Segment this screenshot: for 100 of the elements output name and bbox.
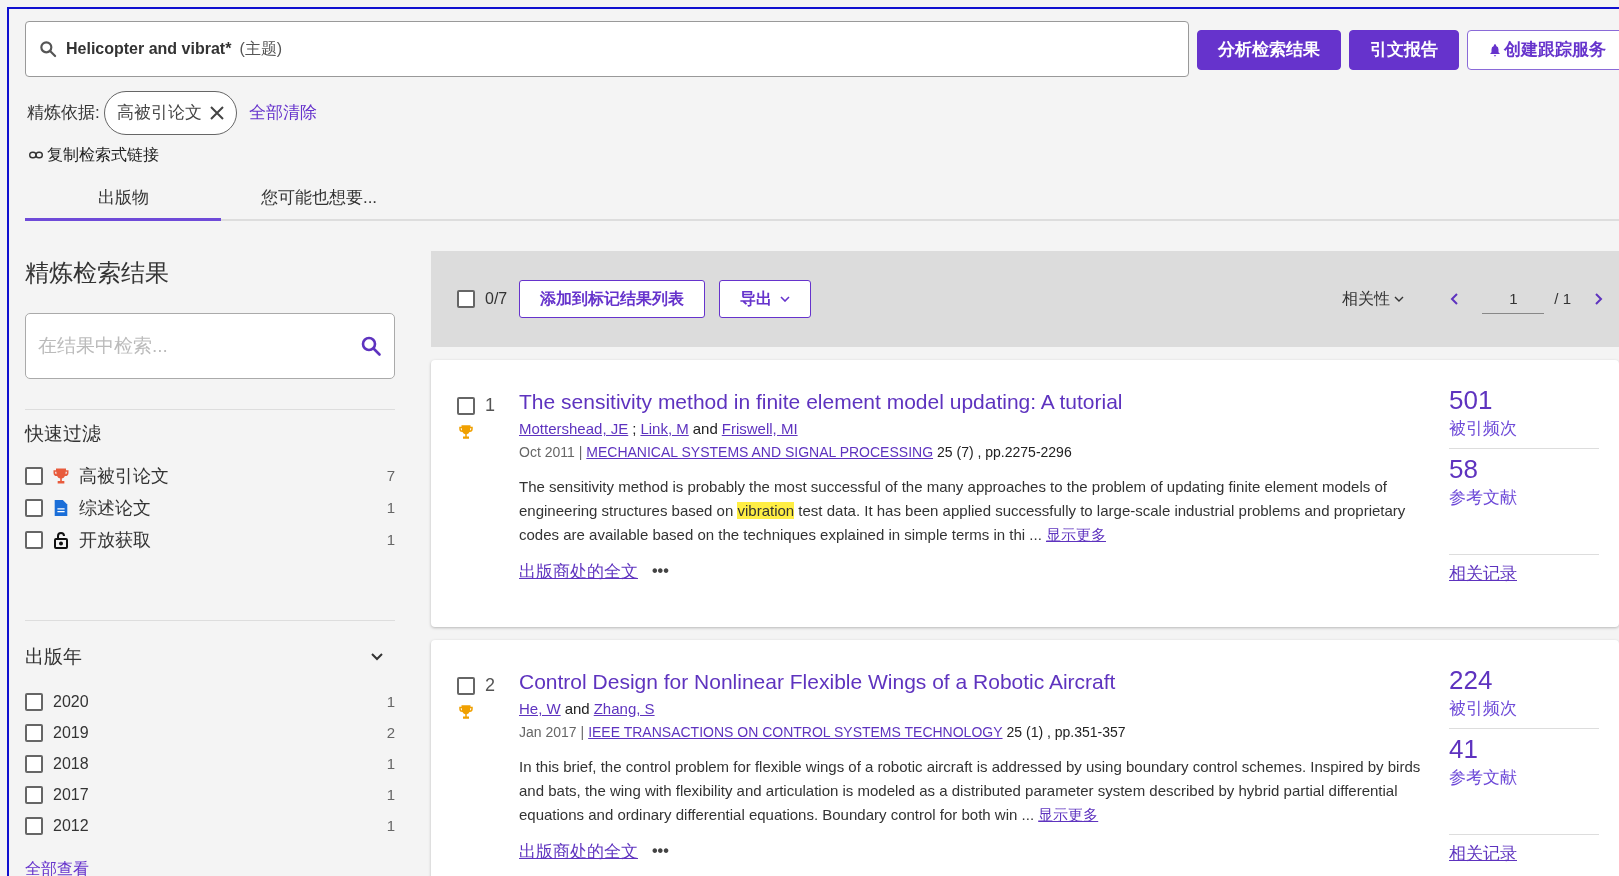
show-more-link[interactable]: 显示更多 xyxy=(1038,805,1099,823)
checkbox[interactable] xyxy=(25,693,43,711)
header-button[interactable]: 引文报告 xyxy=(1349,30,1459,70)
search-icon xyxy=(38,39,58,59)
clear-all-link[interactable]: 全部清除 xyxy=(248,100,317,126)
abstract-text: The sensitivity method is probably the most successful of the many approaches to the problem of updating finite element models of engineering structures based on vibration test data. It has been applied successfully to large-scale industrial problems and proprietary codes are available based on the techniques explained in simple terms in thi ... 显示更多 xyxy=(519,476,1407,545)
refine-label: 精炼依据: xyxy=(27,102,100,125)
previous-page-icon[interactable] xyxy=(1450,293,1459,305)
caret-icon xyxy=(1394,296,1405,302)
header-button[interactable]: 分析检索结果 xyxy=(1197,30,1341,70)
abstract-text: In this brief, the control problem for flexible wings of a robotic aircraft is addressed by using boundary control schemes. Inspired by birds and bats, the wing with flexibility and articulation is modeled as a distributed parameter system described by hybrid partial differential equations and ordinary differential equations. Boundary control for both win ... 显示更多 xyxy=(519,756,1422,825)
author-link[interactable]: Link, M xyxy=(640,418,689,441)
create-alert-button[interactable]: 创建跟踪服务 xyxy=(1467,30,1619,70)
copy-link[interactable]: 复制检索式链接 xyxy=(29,143,1619,167)
filter-count: 1 xyxy=(386,497,395,518)
result-title-link[interactable]: The sensitivity method in finite element model updating: A tutorial xyxy=(519,388,1429,416)
checkbox[interactable] xyxy=(457,290,475,308)
trophy-icon xyxy=(51,466,71,486)
separator-text: ; xyxy=(632,419,637,439)
filter-count: 1 xyxy=(386,529,395,550)
checkbox[interactable] xyxy=(25,531,43,549)
chevron-icon[interactable] xyxy=(371,652,383,661)
search-icon[interactable] xyxy=(359,334,383,358)
full-text-link[interactable]: 出版商处的全文 xyxy=(519,838,638,864)
filter-label[interactable]: 开放获取 xyxy=(79,526,379,554)
sidebar-title: 精炼检索结果 xyxy=(25,258,170,288)
times-cited-label: 被引频次 xyxy=(1449,418,1518,440)
search-query: Helicopter and vibrat* xyxy=(66,39,232,59)
page-number-field[interactable]: 1 xyxy=(1482,284,1545,314)
filter-label[interactable]: 2018 xyxy=(53,752,377,776)
checkbox[interactable] xyxy=(25,499,43,517)
journal-link[interactable]: IEEE TRANSACTIONS ON CONTROL SYSTEMS TECHNOLOGY xyxy=(588,721,1003,743)
search-field[interactable]: Helicopter and vibrat* (主题) xyxy=(25,21,1189,77)
tab[interactable]: 出版物 xyxy=(25,177,221,221)
tab[interactable]: 您可能也想要... xyxy=(221,177,417,221)
close-icon[interactable] xyxy=(209,106,224,120)
filter-label[interactable]: 高被引论文 xyxy=(79,462,379,490)
volume-pages: 25 (1) , pp.351-357 xyxy=(1006,722,1126,742)
times-cited-label: 被引频次 xyxy=(1449,698,1518,720)
filter-label[interactable]: 2012 xyxy=(53,814,377,838)
show-more-link[interactable]: 显示更多 xyxy=(1046,525,1106,543)
result-number: 2 xyxy=(485,674,495,697)
checkbox[interactable] xyxy=(457,676,475,695)
checkbox[interactable] xyxy=(25,755,43,773)
filter-count: 1 xyxy=(386,784,395,805)
filter-label[interactable]: 综述论文 xyxy=(79,494,379,522)
times-cited-count[interactable]: 224 xyxy=(1449,664,1599,696)
section-title: 出版年 xyxy=(25,644,82,669)
filter-label[interactable]: 2020 xyxy=(53,690,377,714)
checkbox[interactable] xyxy=(457,396,475,415)
search-field-label: (主题) xyxy=(239,39,283,59)
view-all-link[interactable]: 全部查看 xyxy=(25,857,395,876)
references-label: 参考文献 xyxy=(1449,486,1518,509)
lock-icon xyxy=(54,531,68,549)
checkbox[interactable] xyxy=(25,786,43,804)
author-link[interactable]: Friswell, MI xyxy=(721,418,798,441)
author-link[interactable]: Zhang, S xyxy=(593,698,655,721)
filter-count: 7 xyxy=(386,465,395,486)
related-records-link[interactable]: 相关记录 xyxy=(1449,560,1599,586)
author-link[interactable]: He, W xyxy=(519,698,561,721)
result-number: 1 xyxy=(485,394,495,417)
publication-date: Jan 2017 | xyxy=(519,722,585,742)
checkbox[interactable] xyxy=(25,467,43,485)
related-records-link[interactable]: 相关记录 xyxy=(1449,840,1599,866)
filter-label[interactable]: 2017 xyxy=(53,783,377,807)
more-options-button[interactable]: ••• xyxy=(652,559,669,584)
more-options-button[interactable]: ••• xyxy=(652,839,669,864)
link-icon xyxy=(29,150,43,160)
filter-label[interactable]: 2019 xyxy=(53,721,377,745)
section-title: 快速过滤 xyxy=(25,422,102,446)
separator-text: and xyxy=(564,699,590,719)
filter-count: 2 xyxy=(386,722,395,743)
page-total: / 1 xyxy=(1554,288,1571,309)
next-page-icon[interactable] xyxy=(1595,293,1603,305)
result-title-link[interactable]: Control Design for Nonlinear Flexible Wings of a Robotic Aircraft xyxy=(519,668,1429,696)
filter-chip[interactable]: 高被引论文 xyxy=(103,91,237,135)
publication-date: Oct 2011 | xyxy=(519,442,583,462)
add-to-marked-list-button[interactable]: 添加到标记结果列表 xyxy=(519,280,706,318)
sort-dropdown[interactable]: 相关性 xyxy=(1342,287,1405,311)
references-count[interactable]: 58 xyxy=(1449,452,1599,485)
references-label: 参考文献 xyxy=(1449,766,1518,789)
export-button[interactable]: 导出 xyxy=(719,280,812,318)
times-cited-count[interactable]: 501 xyxy=(1449,384,1599,416)
checkbox[interactable] xyxy=(25,817,43,835)
filter-count: 1 xyxy=(386,691,395,712)
checkbox[interactable] xyxy=(25,724,43,742)
filter-count: 1 xyxy=(386,753,395,774)
filter-count: 1 xyxy=(386,815,395,836)
copy-link-text: 复制检索式链接 xyxy=(47,145,159,165)
bell-icon xyxy=(1488,43,1502,57)
selected-count: 0/7 xyxy=(485,289,508,309)
author-link[interactable]: Mottershead, JE xyxy=(519,418,629,441)
search-field[interactable]: 在结果中检索... xyxy=(25,313,395,379)
references-count[interactable]: 41 xyxy=(1449,732,1599,765)
full-text-link[interactable]: 出版商处的全文 xyxy=(519,558,638,584)
journal-link[interactable]: MECHANICAL SYSTEMS AND SIGNAL PROCESSING xyxy=(586,441,934,463)
volume-pages: 25 (7) , pp.2275-2296 xyxy=(937,442,1072,462)
document-icon xyxy=(53,499,69,517)
separator-text: and xyxy=(692,419,718,439)
caret-icon xyxy=(780,296,791,302)
